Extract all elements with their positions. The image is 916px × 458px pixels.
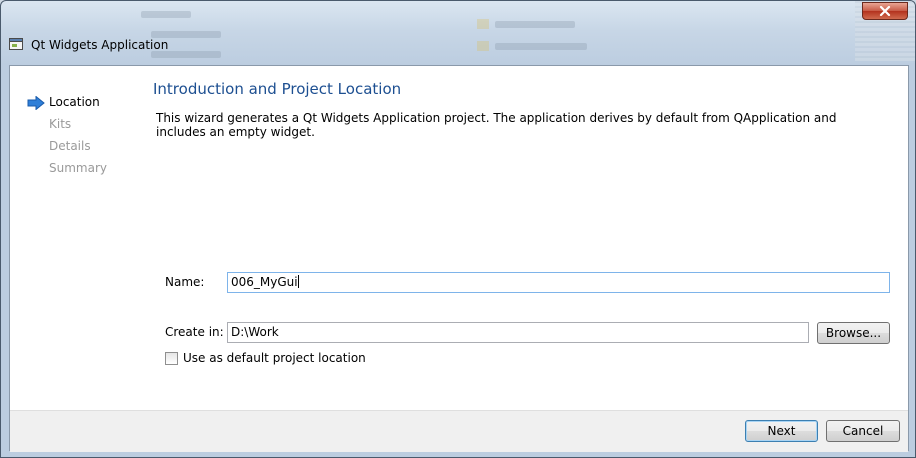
window-title: Qt Widgets Application	[31, 38, 169, 52]
wizard-steps: Location Kits Details Summary	[10, 66, 137, 410]
step-location: Location	[49, 95, 100, 109]
text-caret	[297, 275, 299, 288]
page-description: This wizard generates a Qt Widgets Appli…	[156, 111, 837, 139]
close-button[interactable]	[862, 2, 908, 20]
wizard-footer: Next Cancel	[10, 410, 908, 452]
cancel-button[interactable]: Cancel	[826, 420, 900, 442]
wizard-client-area: Location Kits Details Summary Introducti…	[9, 65, 909, 452]
default-location-checkbox[interactable]	[165, 352, 178, 365]
create-in-input[interactable]: D:\Work	[227, 322, 809, 343]
background-glass	[101, 1, 821, 61]
page-title: Introduction and Project Location	[153, 80, 402, 98]
close-icon	[879, 6, 891, 16]
wizard-window: Qt Widgets Application Location Kits Det…	[0, 0, 916, 458]
next-button[interactable]: Next	[745, 420, 818, 442]
browse-button[interactable]: Browse...	[817, 322, 890, 344]
name-input[interactable]: 006_MyGui	[227, 272, 890, 293]
step-summary: Summary	[49, 161, 107, 175]
name-label: Name:	[165, 275, 205, 289]
step-details: Details	[49, 139, 91, 153]
qt-window-icon	[9, 38, 23, 50]
create-in-value: D:\Work	[231, 325, 279, 339]
create-in-label: Create in:	[165, 325, 224, 339]
arrow-right-icon	[27, 96, 45, 110]
name-input-value: 006_MyGui	[231, 275, 298, 289]
step-kits: Kits	[49, 117, 72, 131]
default-location-label: Use as default project location	[183, 351, 366, 365]
